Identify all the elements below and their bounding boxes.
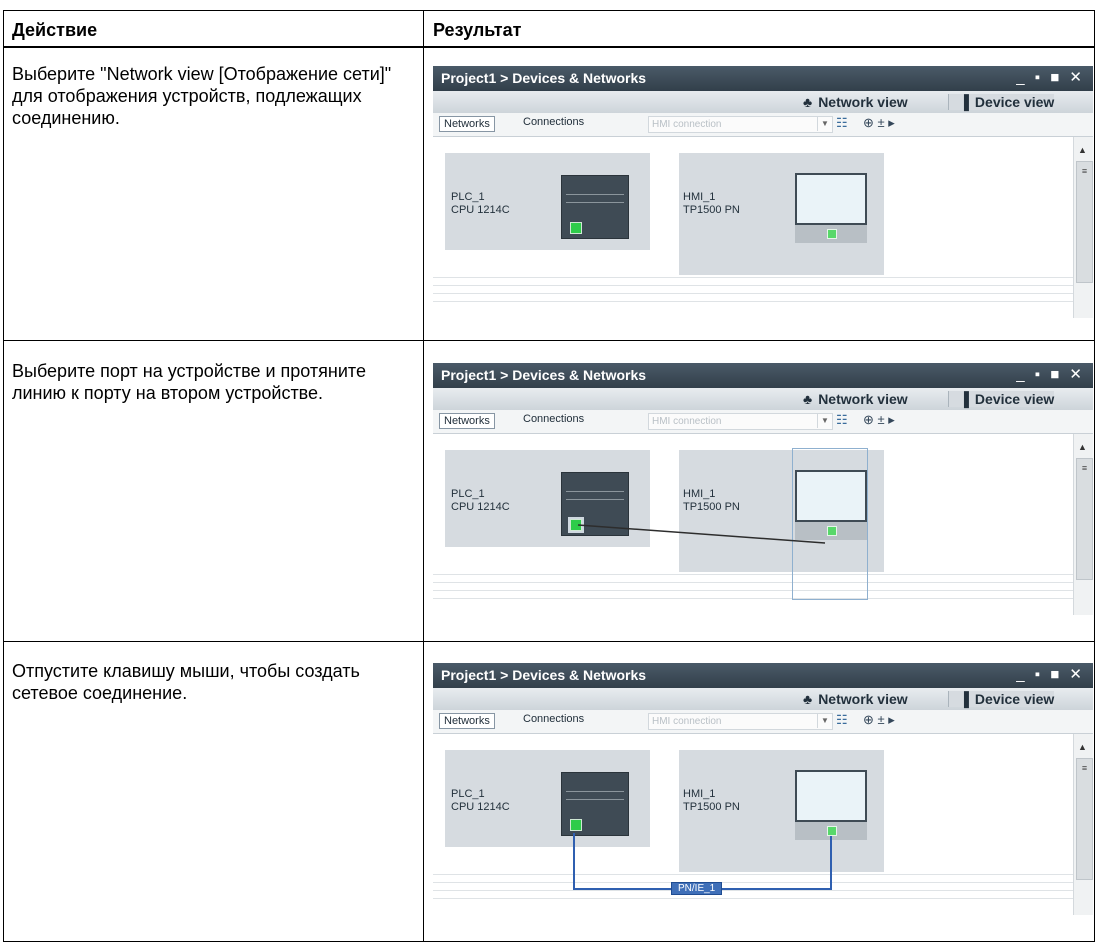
window-titlebar: Project1 > Devices & Networks _ ▪ ■ ✕ [433,66,1093,91]
tab-device-view[interactable]: ▐ Device view [948,94,1055,110]
connections-button[interactable]: Connections [523,713,584,725]
chevron-down-icon: ▼ [817,713,832,728]
drag-line [577,524,826,544]
connections-button[interactable]: Connections [523,413,584,425]
vertical-scrollbar[interactable]: ▲ ≡ [1073,434,1093,615]
networks-button[interactable]: Networks [439,413,495,429]
column-header-action: Действие [12,20,98,40]
network-canvas[interactable]: PLC_1 CPU 1214C HMI_1 TP1500 PN [433,434,1073,615]
step-1-text: Выберите "Network view [Отображение сети… [12,64,392,128]
network-canvas[interactable]: PLC_1 CPU 1214C HMI_1 TP1500 PN PN/IE_1 [433,734,1073,915]
network-icon: ♣ [803,391,813,407]
device-icon: ▐ [959,691,969,707]
plc-module [561,175,629,239]
window-titlebar: Project1 > Devices & Networks _ ▪ ■ ✕ [433,363,1093,388]
screenshot-step-1: Project1 > Devices & Networks _ ▪ ■ ✕ ♣ N… [433,66,1093,318]
networks-button[interactable]: Networks [439,713,495,729]
vertical-scrollbar[interactable]: ▲ ≡ [1073,734,1093,915]
connection-type-select[interactable]: HMI connection ▼ [648,413,833,430]
tab-device-view[interactable]: ▐ Device view [948,391,1055,407]
screenshot-step-3: Project1 > Devices & Networks _ ▪ ■ ✕ ♣ N… [433,663,1093,915]
zoom-icon[interactable]: ⊕ ± ▸ [863,412,895,428]
chevron-down-icon: ▼ [817,413,832,428]
step-2-text: Выберите порт на устройстве и протяните … [12,361,366,403]
network-icon: ♣ [803,94,813,110]
networks-button[interactable]: Networks [439,116,495,132]
connection-type-select[interactable]: HMI connection ▼ [648,116,833,133]
window-controls[interactable]: _ ▪ ■ ✕ [1016,68,1085,86]
zoom-icon[interactable]: ⊕ ± ▸ [863,115,895,131]
hmi-port[interactable] [827,229,837,239]
zoom-icon[interactable]: ⊕ ± ▸ [863,712,895,728]
hmi-screen [795,173,867,225]
view-tabs: ♣ Network view ▐ Device view [433,688,1093,710]
toolbar: Networks Connections HMI connection ▼ ☷ ⊕… [433,113,1093,137]
settings-icon[interactable]: ☷ [836,412,848,428]
tab-network-view[interactable]: ♣ Network view [803,94,908,110]
view-tabs: ♣ Network view ▐ Device view [433,388,1093,410]
arrow-up-icon[interactable]: ▲ [1078,742,1087,752]
tab-network-view[interactable]: ♣ Network view [803,691,908,707]
network-icon: ♣ [803,691,813,707]
toolbar: Networks Connections HMI connection ▼ ☷ ⊕… [433,710,1093,734]
arrow-up-icon[interactable]: ▲ [1078,145,1087,155]
window-controls[interactable]: _ ▪ ■ ✕ [1016,365,1085,383]
window-title: Project1 > Devices & Networks [441,367,647,383]
step-3-text: Отпустите клавишу мыши, чтобы создать се… [12,661,360,703]
settings-icon[interactable]: ☷ [836,115,848,131]
connections-button[interactable]: Connections [523,116,584,128]
tab-device-view[interactable]: ▐ Device view [948,691,1055,707]
toolbar: Networks Connections HMI connection ▼ ☷ ⊕… [433,410,1093,434]
window-titlebar: Project1 > Devices & Networks _ ▪ ■ ✕ [433,663,1093,688]
window-title: Project1 > Devices & Networks [441,667,647,683]
network-connection-line [573,833,832,890]
hmi-label: HMI_1 TP1500 PN [683,191,740,216]
settings-icon[interactable]: ☷ [836,712,848,728]
device-icon: ▐ [959,94,969,110]
screenshot-step-2: Project1 > Devices & Networks _ ▪ ■ ✕ ♣ N… [433,363,1093,615]
scroll-thumb[interactable]: ≡ [1076,458,1093,580]
column-header-result: Результат [433,20,522,40]
scroll-thumb[interactable]: ≡ [1076,161,1093,283]
window-title: Project1 > Devices & Networks [441,70,647,86]
view-tabs: ♣ Network view ▐ Device view [433,91,1093,113]
device-icon: ▐ [959,391,969,407]
network-label[interactable]: PN/IE_1 [671,882,723,895]
network-canvas[interactable]: PLC_1 CPU 1214C HMI_1 TP1500 PN [433,137,1073,318]
connection-type-select[interactable]: HMI connection ▼ [648,713,833,730]
vertical-scrollbar[interactable]: ▲ ≡ [1073,137,1093,318]
window-controls[interactable]: _ ▪ ■ ✕ [1016,665,1085,683]
arrow-up-icon[interactable]: ▲ [1078,442,1087,452]
tab-network-view[interactable]: ♣ Network view [803,391,908,407]
plc-port[interactable] [570,222,582,234]
scroll-thumb[interactable]: ≡ [1076,758,1093,880]
plc-label: PLC_1 CPU 1214C [451,191,510,216]
chevron-down-icon: ▼ [817,116,832,131]
